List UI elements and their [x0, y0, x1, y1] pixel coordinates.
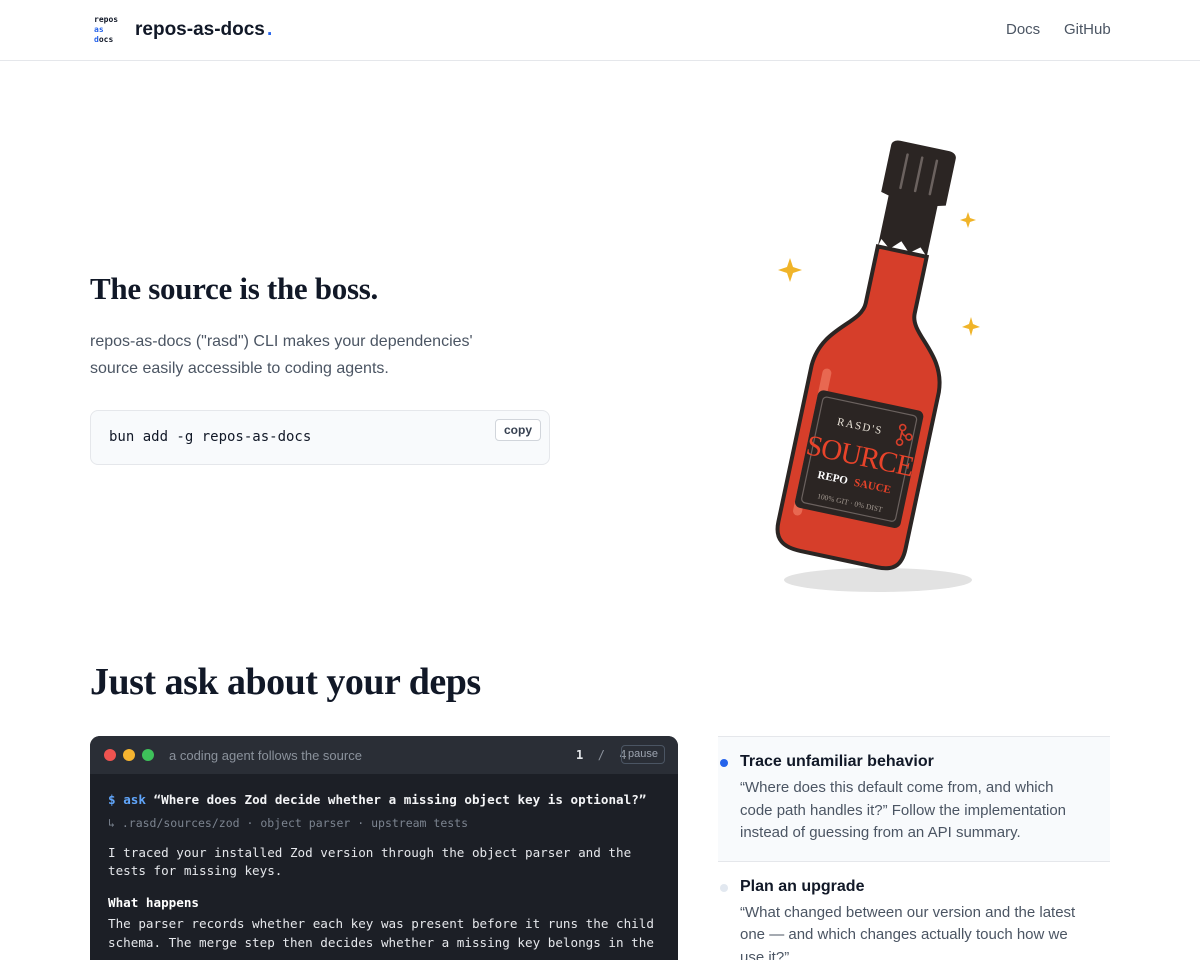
brand-name[interactable]: repos-as-docs	[135, 19, 265, 41]
terminal-question: “Where does Zod decide whether a missing…	[153, 792, 647, 807]
pause-button[interactable]: pause	[621, 745, 665, 764]
logo-line-docs: docs	[94, 35, 114, 44]
window-close-dot	[104, 749, 116, 761]
terminal-caption: a coding agent follows the source	[169, 748, 362, 763]
use-case-description: “Where does this default come from, and …	[740, 779, 1067, 841]
site-header: repos as docs repos-as-docs . Docs GitHu…	[0, 0, 1200, 61]
use-case-description: “What changed between our version and th…	[740, 903, 1076, 960]
terminal-command-line: $ ask “Where does Zod decide whether a m…	[108, 792, 668, 807]
logo-line-repos: repos	[94, 15, 119, 24]
inactive-bullet-icon	[720, 883, 728, 892]
nav-github-link[interactable]: GitHub	[1064, 21, 1111, 38]
window-maximize-dot	[142, 749, 154, 761]
bottle-cap	[877, 140, 956, 257]
terminal-body: $ ask “Where does Zod decide whether a m…	[108, 792, 668, 952]
use-case-title: Trace unfamiliar behavior	[740, 753, 934, 770]
step-current: 1	[576, 748, 584, 762]
use-case-trace[interactable]: Trace unfamiliar behavior “Where does th…	[718, 736, 1110, 861]
use-case-upgrade[interactable]: Plan an upgrade “What changed between ou…	[718, 860, 1110, 960]
brand-dot: .	[267, 19, 273, 40]
use-case-list: Trace unfamiliar behavior “Where does th…	[718, 736, 1110, 960]
nav-docs-link[interactable]: Docs	[1006, 21, 1040, 38]
hot-sauce-bottle-illustration: RASD'S SOURCE REPO SAUCE 100% GIT · 0% D…	[775, 140, 980, 592]
terminal-titlebar: a coding agent follows the source 1 / 4 …	[90, 736, 678, 774]
install-command-box: bun add -g repos-as-docs copy	[90, 410, 550, 465]
logo-line-as: as	[94, 25, 104, 34]
active-bullet-icon	[720, 759, 728, 767]
section-title: Just ask about your deps	[90, 661, 481, 703]
step-separator: /	[597, 748, 605, 762]
terminal-source-path: ↳ .rasd/sources/zod · object parser · up…	[108, 816, 469, 830]
logo-icon[interactable]: repos as docs	[94, 15, 124, 45]
terminal-demo: a coding agent follows the source 1 / 4 …	[90, 736, 678, 960]
hero-title: The source is the boss.	[90, 271, 378, 306]
terminal-command: ask	[123, 792, 146, 807]
terminal-response: I traced your installed Zod version thro…	[108, 845, 632, 878]
terminal-detail: The parser records whether each key was …	[108, 916, 654, 950]
step-counter: 1 / 4	[576, 748, 627, 762]
use-case-title: Plan an upgrade	[740, 877, 865, 895]
hero-subtitle: repos-as-docs ("rasd") CLI makes your de…	[90, 333, 473, 377]
window-minimize-dot	[123, 749, 135, 761]
copy-button[interactable]: copy	[494, 419, 541, 441]
terminal-prompt: $	[108, 792, 116, 807]
bottle-shadow	[784, 568, 972, 592]
install-command[interactable]: bun add -g repos-as-docs	[109, 429, 311, 445]
terminal-heading: What happens	[108, 895, 199, 910]
